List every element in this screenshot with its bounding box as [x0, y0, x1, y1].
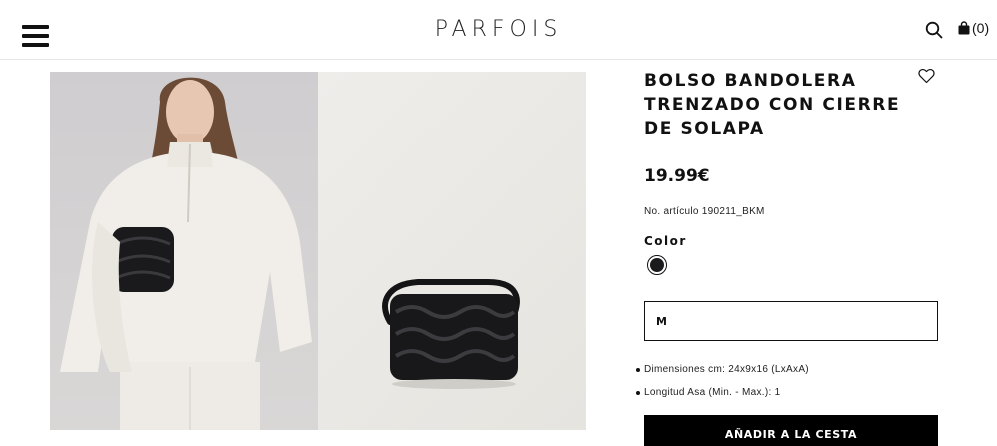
add-to-cart-button[interactable]: AÑADIR A LA CESTA: [644, 415, 938, 446]
spec-handle-length: Longitud Asa (Min. - Max.): 1: [644, 387, 781, 398]
heart-icon[interactable]: [918, 68, 935, 84]
model-wearing-bag-photo[interactable]: [50, 72, 318, 430]
product-price: 19.99€: [644, 166, 710, 186]
color-swatch-black[interactable]: [647, 255, 667, 275]
bag-product-photo[interactable]: [318, 72, 586, 430]
cart-button[interactable]: (0): [958, 20, 989, 36]
spec-item: Longitud Asa (Min. - Max.): 1: [636, 387, 809, 410]
product-gallery: [50, 72, 586, 430]
product-specs: Dimensiones cm: 24x9x16 (LxAxA) Longitud…: [636, 364, 809, 410]
size-select[interactable]: M: [644, 301, 938, 341]
size-select-value: M: [656, 315, 667, 328]
brand-logo[interactable]: PARFOIS: [0, 17, 997, 42]
color-label: Color: [644, 234, 687, 248]
shopping-bag-icon: [958, 21, 970, 35]
site-header: PARFOIS (0): [0, 0, 997, 60]
search-icon[interactable]: [925, 21, 943, 39]
cart-count: (0): [972, 20, 990, 36]
product-title: BOLSO BANDOLERA TRENZADO CON CIERRE DE S…: [644, 71, 901, 139]
spec-item: Dimensiones cm: 24x9x16 (LxAxA): [636, 364, 809, 387]
spec-dimensions: Dimensiones cm: 24x9x16 (LxAxA): [644, 364, 809, 375]
product-sku: No. artículo 190211_BKM: [644, 206, 765, 217]
